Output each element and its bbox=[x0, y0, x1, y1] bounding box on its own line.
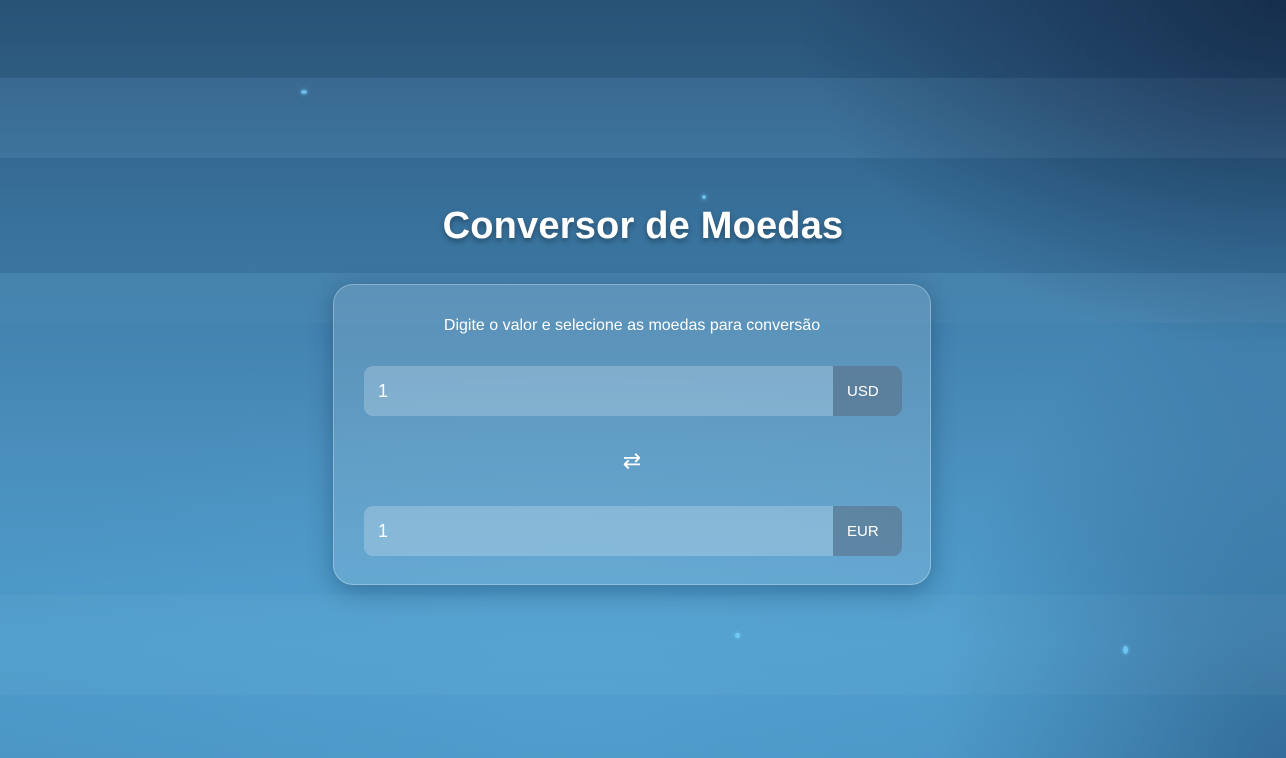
from-currency-select[interactable]: USD bbox=[833, 366, 902, 416]
instructions-text: Digite o valor e selecione as moedas par… bbox=[443, 317, 821, 334]
converter-card: Digite o valor e selecione as moedas par… bbox=[333, 284, 931, 585]
from-amount-input[interactable] bbox=[364, 366, 833, 416]
background-particle bbox=[702, 195, 706, 199]
background-band bbox=[0, 78, 1286, 158]
to-currency-row: EUR bbox=[364, 506, 902, 556]
background-band bbox=[0, 0, 1286, 78]
from-currency-row: USD bbox=[364, 366, 902, 416]
to-amount-input[interactable] bbox=[364, 506, 833, 556]
to-currency-select[interactable]: EUR bbox=[833, 506, 902, 556]
page-title: Conversor de Moedas bbox=[442, 205, 844, 247]
swap-icon[interactable]: ⇄ bbox=[334, 448, 930, 474]
background-particle bbox=[1123, 646, 1128, 654]
background-particle bbox=[301, 90, 307, 94]
background-band bbox=[0, 595, 1286, 695]
background-particle bbox=[735, 633, 740, 638]
